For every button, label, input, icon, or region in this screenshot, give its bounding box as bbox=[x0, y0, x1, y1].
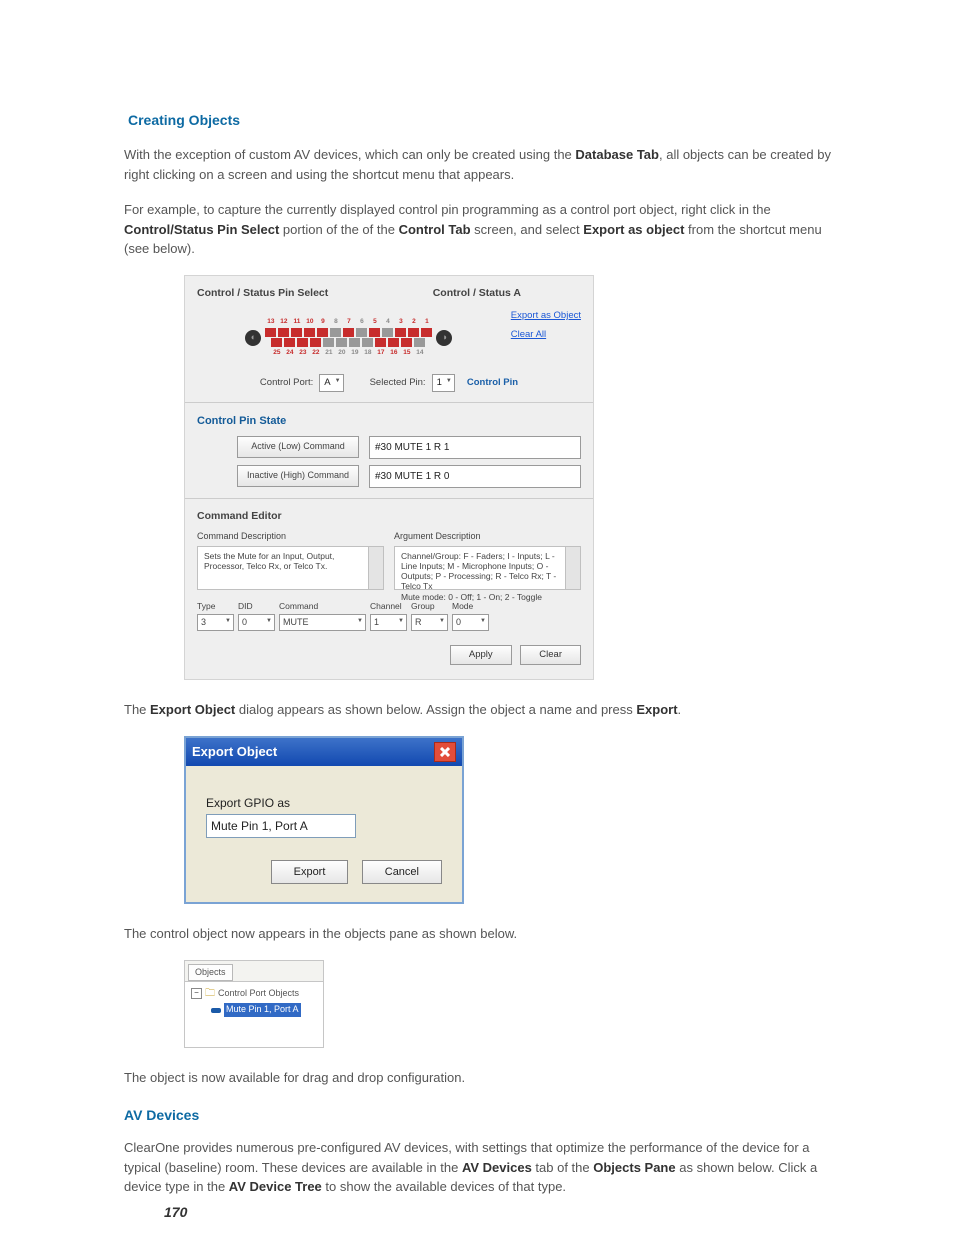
text: tab of the bbox=[532, 1160, 593, 1175]
text: For example, to capture the currently di… bbox=[124, 202, 771, 217]
text: Sets the Mute for an Input, Output, Proc… bbox=[204, 551, 334, 571]
label: Argument Description bbox=[394, 530, 581, 544]
folder-icon: 🗀 bbox=[205, 986, 215, 1001]
dialog-title: Export Object bbox=[192, 742, 277, 762]
page-number: 170 bbox=[164, 1202, 187, 1223]
section-title: Control / Status Pin Select bbox=[197, 286, 328, 302]
selected-pin-select[interactable]: 1 bbox=[432, 374, 455, 392]
text-bold: Export bbox=[636, 702, 677, 717]
connector-diagram: ◐ 13121110987654321 25242322212019181716… bbox=[197, 317, 501, 358]
text-bold: Control Tab bbox=[399, 222, 471, 237]
figure-control-status: Control / Status Pin Select Control / St… bbox=[184, 275, 594, 681]
text: With the exception of custom AV devices,… bbox=[124, 147, 575, 162]
paragraph: ClearOne provides numerous pre-configure… bbox=[124, 1138, 836, 1197]
scrollbar[interactable] bbox=[565, 547, 580, 589]
label: Command Description bbox=[197, 530, 384, 544]
clear-all-link[interactable]: Clear All bbox=[511, 328, 581, 342]
export-object-dialog: Export Object Export GPIO as Mute Pin 1,… bbox=[184, 736, 464, 905]
text: portion of the of the bbox=[279, 222, 398, 237]
clear-button[interactable]: Clear bbox=[520, 645, 581, 665]
paragraph: For example, to capture the currently di… bbox=[124, 200, 836, 259]
text: screen, and select bbox=[471, 222, 584, 237]
control-port-select[interactable]: A bbox=[319, 374, 343, 392]
channel-select[interactable]: 1 bbox=[370, 614, 407, 632]
text: Channel/Group: F - Faders; I - Inputs; L… bbox=[401, 551, 556, 602]
collapse-icon[interactable]: − bbox=[191, 988, 202, 999]
text-bold: AV Devices bbox=[462, 1160, 532, 1175]
mode-select[interactable]: 0 bbox=[452, 614, 489, 632]
command-description-box: Sets the Mute for an Input, Output, Proc… bbox=[197, 546, 384, 590]
text-bold: Objects Pane bbox=[593, 1160, 675, 1175]
tree-folder-label: Control Port Objects bbox=[218, 987, 299, 1001]
type-select[interactable]: 3 bbox=[197, 614, 234, 632]
label: Export GPIO as bbox=[206, 794, 442, 812]
text: . bbox=[678, 702, 682, 717]
export-button[interactable]: Export bbox=[271, 860, 349, 885]
argument-description-box: Channel/Group: F - Faders; I - Inputs; L… bbox=[394, 546, 581, 590]
text-bold: Export Object bbox=[150, 702, 235, 717]
did-select[interactable]: 0 bbox=[238, 614, 275, 632]
text-bold: Database Tab bbox=[575, 147, 659, 162]
tab-objects[interactable]: Objects bbox=[188, 964, 233, 982]
export-as-object-link[interactable]: Export as Object bbox=[511, 309, 581, 323]
section-title: Control Pin State bbox=[197, 413, 581, 430]
close-icon[interactable] bbox=[434, 742, 456, 762]
scrollbar[interactable] bbox=[368, 547, 383, 589]
paragraph: The object is now available for drag and… bbox=[124, 1068, 836, 1088]
label: Control Port: bbox=[260, 376, 313, 390]
port-plug-icon: ◑ bbox=[436, 330, 452, 346]
inactive-command-button[interactable]: Inactive (High) Command bbox=[237, 465, 359, 487]
paragraph: The Export Object dialog appears as show… bbox=[124, 700, 836, 720]
text: dialog appears as shown below. Assign th… bbox=[235, 702, 636, 717]
tree-item-row[interactable]: Mute Pin 1, Port A bbox=[211, 1003, 317, 1017]
text-bold: Control/Status Pin Select bbox=[124, 222, 279, 237]
export-name-input[interactable]: Mute Pin 1, Port A bbox=[206, 814, 356, 838]
label: DID bbox=[238, 600, 275, 613]
text-bold: AV Device Tree bbox=[229, 1179, 322, 1194]
label: Selected Pin: bbox=[370, 376, 426, 390]
heading-av-devices: AV Devices bbox=[124, 1105, 836, 1126]
text-bold: Export as object bbox=[583, 222, 684, 237]
paragraph: With the exception of custom AV devices,… bbox=[124, 145, 836, 184]
paragraph: The control object now appears in the ob… bbox=[124, 924, 836, 944]
tree-item-label: Mute Pin 1, Port A bbox=[224, 1003, 301, 1017]
label: Type bbox=[197, 600, 234, 613]
pin-icon bbox=[211, 1008, 221, 1013]
inactive-command-field[interactable]: #30 MUTE 1 R 0 bbox=[369, 465, 581, 488]
heading-creating-objects: Creating Objects bbox=[128, 110, 836, 131]
label: Command bbox=[279, 600, 366, 613]
section-title: Command Editor bbox=[197, 509, 581, 525]
tree-folder-row[interactable]: − 🗀 Control Port Objects bbox=[191, 986, 317, 1001]
port-plug-icon: ◐ bbox=[245, 330, 261, 346]
active-command-field[interactable]: #30 MUTE 1 R 1 bbox=[369, 436, 581, 459]
objects-pane: Objects − 🗀 Control Port Objects Mute Pi… bbox=[184, 960, 324, 1048]
text: The bbox=[124, 702, 150, 717]
text: to show the available devices of that ty… bbox=[322, 1179, 566, 1194]
cancel-button[interactable]: Cancel bbox=[362, 860, 442, 885]
group-select[interactable]: R bbox=[411, 614, 448, 632]
section-title: Control / Status A bbox=[433, 286, 521, 302]
control-pin-label: Control Pin bbox=[467, 376, 518, 390]
apply-button[interactable]: Apply bbox=[450, 645, 512, 665]
active-command-button[interactable]: Active (Low) Command bbox=[237, 436, 359, 458]
command-select[interactable]: MUTE bbox=[279, 614, 366, 632]
